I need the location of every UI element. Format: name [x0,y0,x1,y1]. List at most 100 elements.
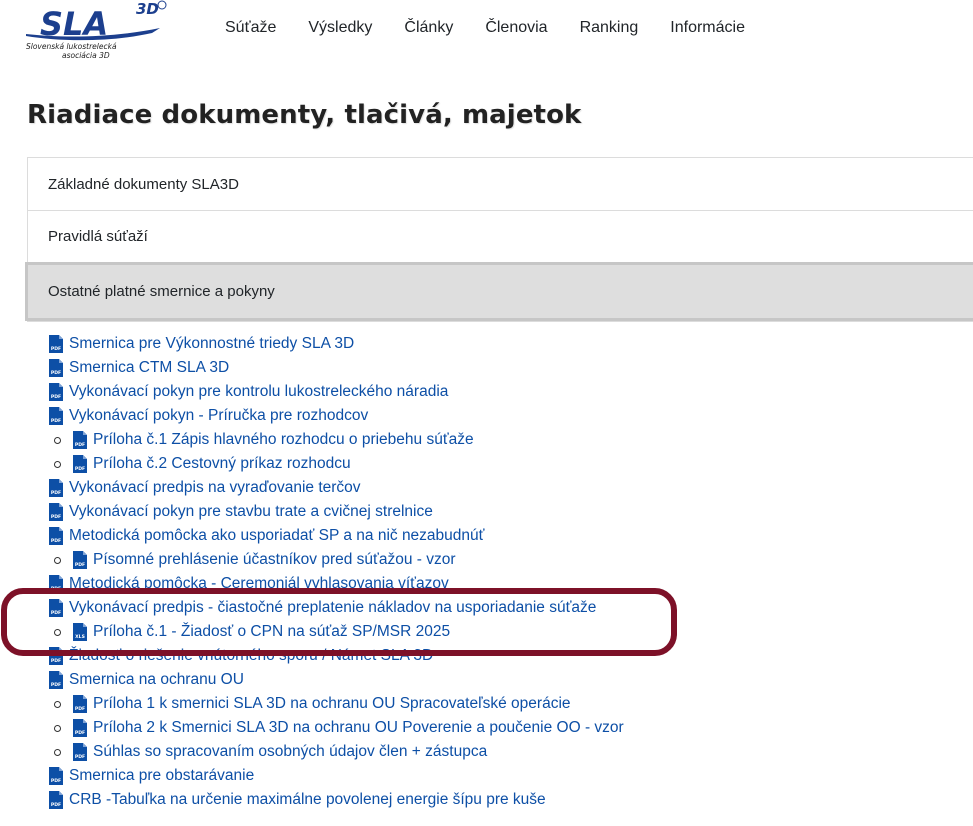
document-link[interactable]: Súhlas so spracovaním osobných údajov čl… [93,743,487,761]
document-list-item: PDF Písomné prehlásenie účastníkov pred s… [48,548,624,572]
document-list-item: PDF Smernica CTM SLA 3D [48,356,624,380]
svg-text:PDF: PDF [51,346,61,352]
document-list-item: PDF Príloha 2 k Smernici SLA 3D na ochran… [48,716,624,740]
document-list-item: PDF Smernica pre obstarávanie [48,764,624,788]
document-link[interactable]: Vykonávací predpis - čiastočné preplaten… [69,599,596,617]
svg-text:PDF: PDF [51,490,61,496]
sla3d-logo[interactable]: SLA 3D Slovenská lukostrelecká asociácia… [22,0,174,60]
svg-text:PDF: PDF [75,466,85,472]
bullet-icon [54,724,61,732]
document-link[interactable]: Písomné prehlásenie účastníkov pred súťa… [93,551,456,569]
pdf-icon: PDF [73,431,87,449]
pdf-icon: PDF [49,671,63,689]
document-link[interactable]: Smernica pre Výkonnostné triedy SLA 3D [69,335,354,353]
page-title: Riadiace dokumenty, tlačivá, majetok [27,100,582,130]
document-link[interactable]: Príloha č.1 - Žiadosť o CPN na súťaž SP/… [93,623,450,641]
document-link[interactable]: Vykonávací predpis na vyraďovanie terčov [69,479,361,497]
document-link[interactable]: Vykonávací pokyn - Príručka pre rozhodco… [69,407,368,425]
document-list-item: PDF Vykonávací predpis - čiastočné prepla… [48,596,624,620]
document-list-item: PDF Príloha č.1 Zápis hlavného rozhodcu o… [48,428,624,452]
pdf-icon: PDF [49,335,63,353]
document-link[interactable]: Príloha 2 k Smernici SLA 3D na ochranu O… [93,719,624,737]
document-list-item: PDF Smernica na ochranu OU [48,668,624,692]
bullet-icon [54,436,61,444]
svg-text:PDF: PDF [75,730,85,736]
svg-text:PDF: PDF [51,682,61,688]
bullet-icon [54,700,61,708]
bullet-icon [54,628,61,636]
xls-icon: XLS [73,623,87,641]
nav-item-informacie[interactable]: Informácie [654,17,761,39]
svg-text:asociácia 3D: asociácia 3D [62,51,110,60]
documents-accordion: Základné dokumenty SLA3D Pravidlá súťaží… [25,157,973,322]
svg-text:PDF: PDF [51,418,61,424]
accordion-header-ostatne-smernice[interactable]: Ostatné platné smernice a pokyny [25,262,973,321]
document-list-item: PDF Vykonávací pokyn pre stavbu trate a c… [48,500,624,524]
document-list: PDF Smernica pre Výkonnostné triedy SLA 3… [48,332,624,812]
nav-item-ranking[interactable]: Ranking [564,17,655,39]
pdf-icon: PDF [49,575,63,593]
pdf-icon: PDF [73,695,87,713]
svg-text:PDF: PDF [51,514,61,520]
pdf-icon: PDF [73,551,87,569]
accordion-header-zakladne-dokumenty[interactable]: Základné dokumenty SLA3D [28,158,973,210]
svg-text:PDF: PDF [51,610,61,616]
svg-text:PDF: PDF [51,538,61,544]
document-list-item: PDF Žiadosť o riešenie vnútorného sporu /… [48,644,624,668]
svg-text:PDF: PDF [75,706,85,712]
document-link[interactable]: Vykonávací pokyn pre stavbu trate a cvič… [69,503,433,521]
svg-text:PDF: PDF [51,658,61,664]
logo-text: SLA [40,5,108,43]
document-list-item: PDF Vykonávací predpis na vyraďovanie ter… [48,476,624,500]
document-link[interactable]: Metodická pomôcka ako usporiadať SP a na… [69,527,484,545]
document-link[interactable]: Smernica na ochranu OU [69,671,244,689]
pdf-icon: PDF [49,407,63,425]
svg-text:3D: 3D [136,0,159,18]
accordion-header-pravidla-sutazi[interactable]: Pravidlá súťaží [28,210,973,262]
document-link[interactable]: Vykonávací pokyn pre kontrolu lukostrele… [69,383,448,401]
nav-item-sutaze[interactable]: Súťaže [209,17,292,39]
document-list-item: PDF Vykonávací pokyn - Príručka pre rozho… [48,404,624,428]
svg-text:PDF: PDF [51,394,61,400]
svg-text:XLS: XLS [75,634,85,640]
document-list-item: PDF Vykonávací pokyn pre kontrolu lukostr… [48,380,624,404]
svg-text:PDF: PDF [75,442,85,448]
document-link[interactable]: Žiadosť o riešenie vnútorného sporu / Ná… [69,647,433,665]
document-link[interactable]: Metodická pomôcka - Ceremoniál vyhlasova… [69,575,449,593]
document-link[interactable]: Príloha č.1 Zápis hlavného rozhodcu o pr… [93,431,474,449]
pdf-icon: PDF [73,719,87,737]
pdf-icon: PDF [49,503,63,521]
nav-item-clenovia[interactable]: Členovia [469,17,563,39]
pdf-icon: PDF [49,383,63,401]
document-list-item: PDF Súhlas so spracovaním osobných údajov… [48,740,624,764]
svg-text:PDF: PDF [75,562,85,568]
document-list-item: PDF Príloha 1 k smernici SLA 3D na ochran… [48,692,624,716]
main-nav: Súťaže Výsledky Články Členovia Ranking … [209,17,761,39]
pdf-icon: PDF [49,791,63,809]
document-list-item: PDF Smernica pre Výkonnostné triedy SLA 3… [48,332,624,356]
pdf-icon: PDF [49,527,63,545]
nav-item-vysledky[interactable]: Výsledky [292,17,388,39]
svg-text:PDF: PDF [51,370,61,376]
document-link[interactable]: Smernica pre obstarávanie [69,767,254,785]
document-link[interactable]: CRB -Tabuľka na určenie maximálne povole… [69,791,546,809]
document-list-item: PDF Príloha č.2 Cestovný príkaz rozhodcu [48,452,624,476]
pdf-icon: PDF [73,455,87,473]
document-link[interactable]: Smernica CTM SLA 3D [69,359,229,377]
nav-item-clanky[interactable]: Články [388,17,469,39]
pdf-icon: PDF [49,647,63,665]
document-link[interactable]: Príloha č.2 Cestovný príkaz rozhodcu [93,455,351,473]
pdf-icon: PDF [49,479,63,497]
document-list-item: XLS Príloha č.1 - Žiadosť o CPN na súťaž … [48,620,624,644]
pdf-icon: PDF [49,599,63,617]
svg-text:PDF: PDF [51,586,61,592]
svg-text:PDF: PDF [51,778,61,784]
pdf-icon: PDF [73,743,87,761]
document-link[interactable]: Príloha 1 k smernici SLA 3D na ochranu O… [93,695,571,713]
document-list-item: PDF Metodická pomôcka ako usporiadať SP a… [48,524,624,548]
document-list-item: PDF CRB -Tabuľka na určenie maximálne pov… [48,788,624,812]
bullet-icon [54,460,61,468]
svg-text:PDF: PDF [75,754,85,760]
pdf-icon: PDF [49,767,63,785]
svg-text:PDF: PDF [51,802,61,808]
